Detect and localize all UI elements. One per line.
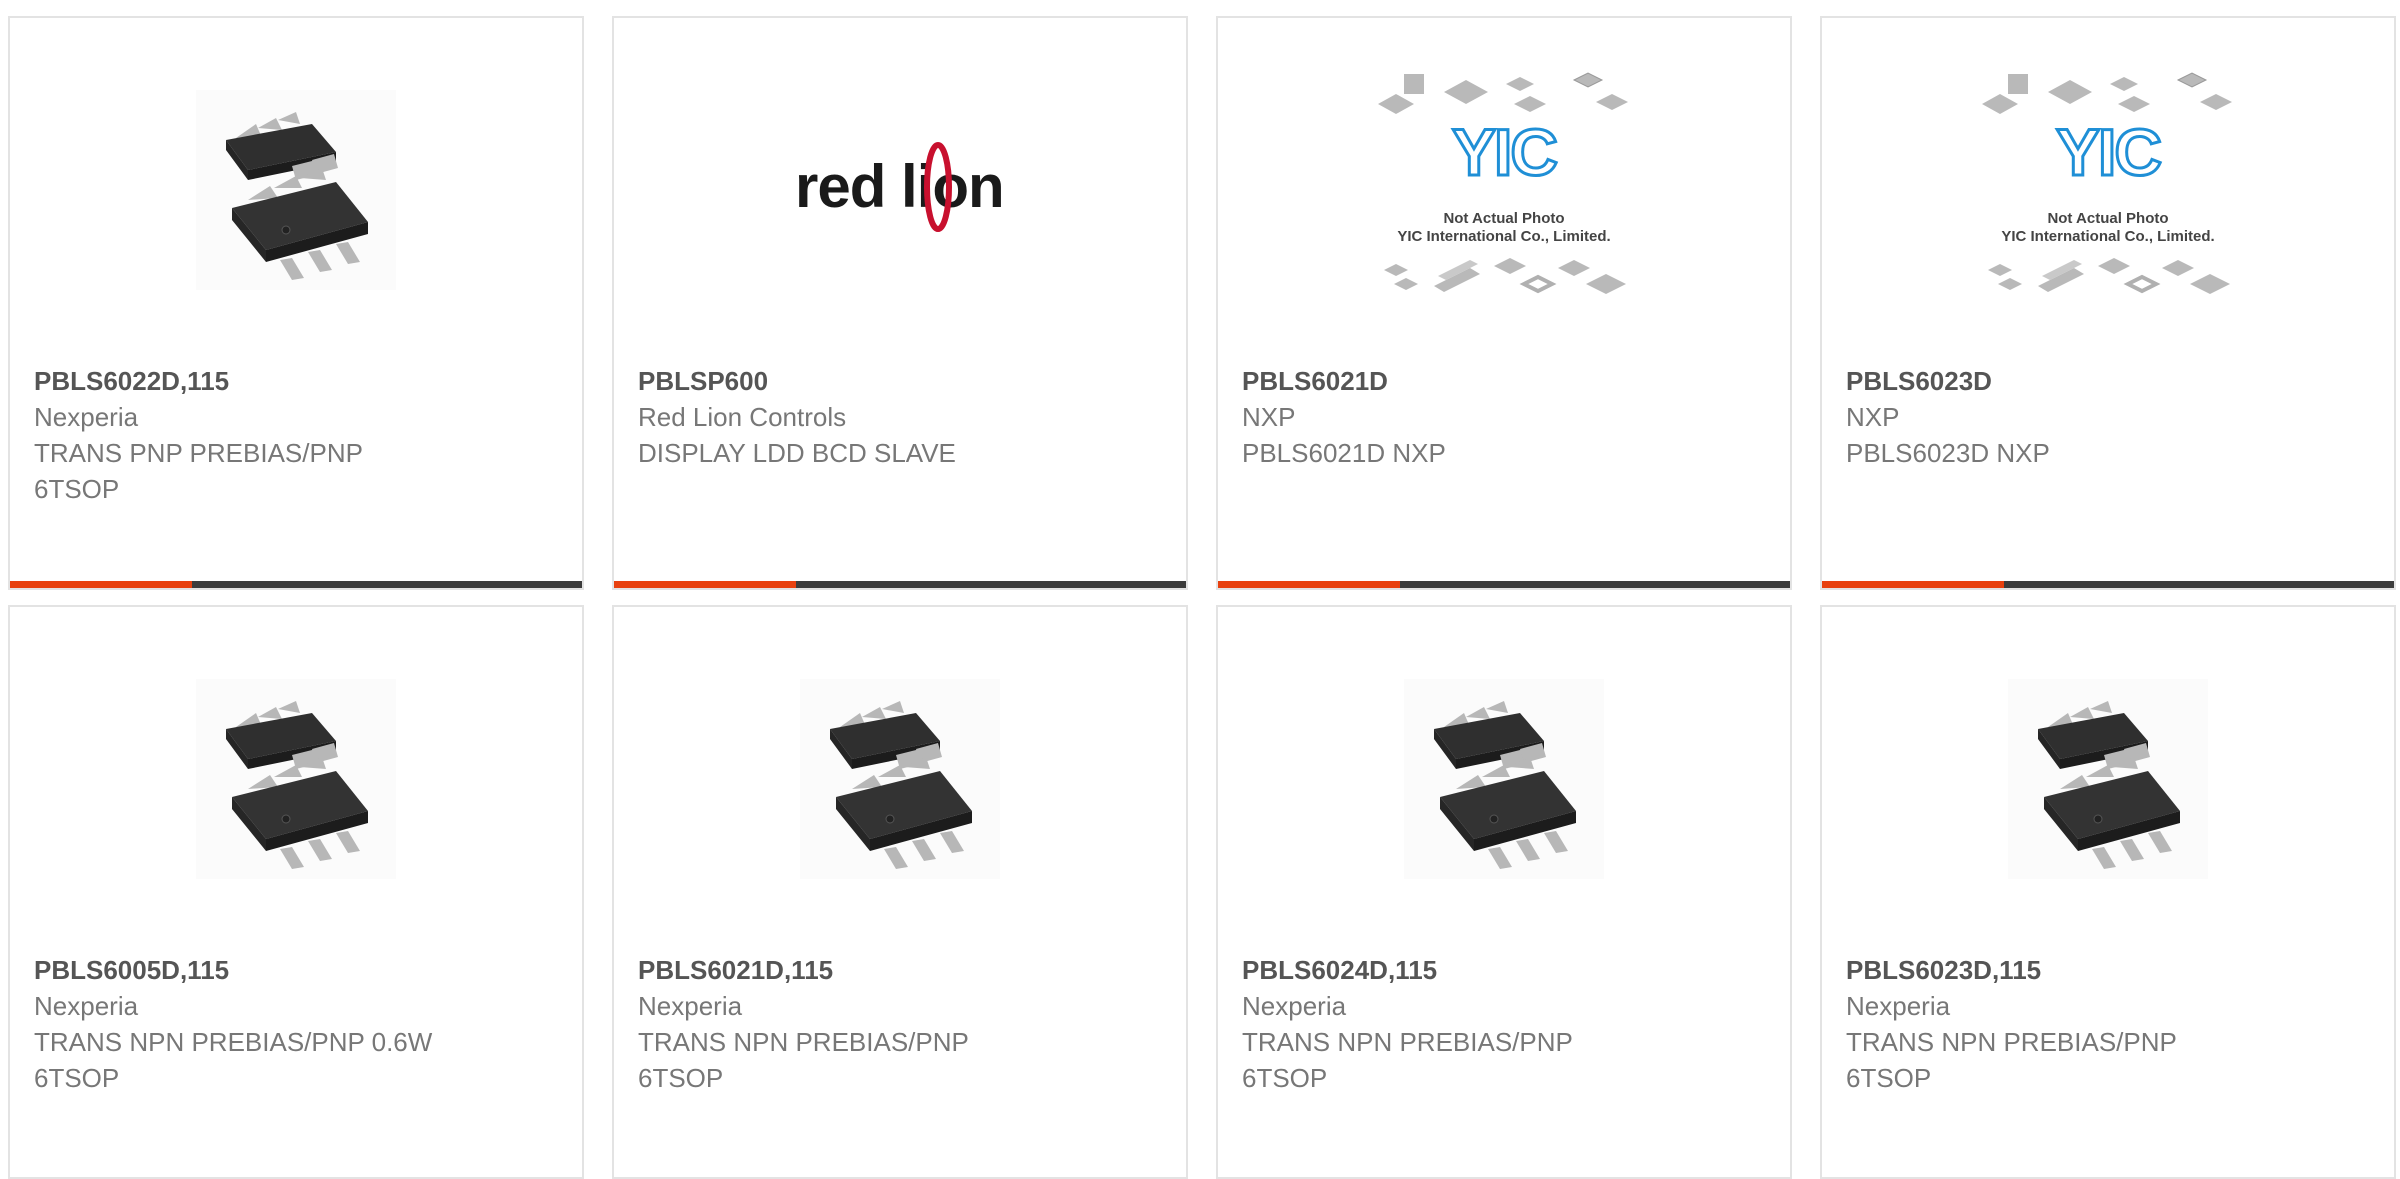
yic-note-line1: Not Actual Photo [2047,210,2169,227]
product-description: DISPLAY LDD BCD SLAVE [638,438,956,468]
yic-logo: YIC [2054,114,2163,191]
part-number-link[interactable]: PBLS6023D [1846,363,2374,399]
product-info: PBLS6023D NXP PBLS6023D NXP [1846,363,2374,471]
product-image[interactable] [614,669,1186,889]
card-accent-bar [614,581,1186,588]
product-info: PBLSP600 Red Lion Controls DISPLAY LDD B… [638,363,1166,471]
ic-6tsop-icon [1404,679,1604,879]
yic-note-line1: Not Actual Photo [1443,210,1565,227]
product-description: TRANS PNP PREBIAS/PNP 6TSOP [34,438,363,504]
card-accent-fill [1218,581,1400,588]
product-description: TRANS NPN PREBIAS/PNP 6TSOP [638,1027,969,1093]
part-number-link[interactable]: PBLS6023D,115 [1846,952,2374,988]
product-card[interactable]: PBLS6023D,115 Nexperia TRANS NPN PREBIAS… [1820,605,2396,1179]
product-card[interactable]: PBLS6024D,115 Nexperia TRANS NPN PREBIAS… [1216,605,1792,1179]
product-image[interactable] [10,669,582,889]
product-info: PBLS6005D,115 Nexperia TRANS NPN PREBIAS… [34,952,562,1096]
red-lion-logo: red lion [795,135,1005,245]
card-accent-fill [1822,581,2004,588]
ic-6tsop-icon [2008,679,2208,879]
manufacturer: Red Lion Controls [638,402,847,432]
product-description: PBLS6021D NXP [1242,438,1446,468]
manufacturer: NXP [1242,402,1296,432]
part-number-link[interactable]: PBLS6005D,115 [34,952,562,988]
product-description: TRANS NPN PREBIAS/PNP 0.6W 6TSOP [34,1027,433,1093]
yic-note-line2: YIC International Co., Limited. [1397,228,1611,245]
part-number-link[interactable]: PBLSP600 [638,363,1166,399]
part-number-link[interactable]: PBLS6024D,115 [1242,952,1770,988]
manufacturer: NXP [1846,402,1900,432]
card-accent-bar [10,581,582,588]
product-image[interactable]: YIC Not Actual Photo YIC International C… [1822,80,2394,300]
product-card[interactable]: PBLS6022D,115 Nexperia TRANS PNP PREBIAS… [8,16,584,590]
part-number-link[interactable]: PBLS6022D,115 [34,363,562,399]
svg-text:red lion: red lion [795,153,1004,220]
product-image[interactable] [10,80,582,300]
product-info: PBLS6022D,115 Nexperia TRANS PNP PREBIAS… [34,363,562,507]
card-accent-bar [1218,581,1790,588]
product-image[interactable]: red lion [614,80,1186,300]
product-description: TRANS NPN PREBIAS/PNP 6TSOP [1846,1027,2177,1093]
manufacturer: Nexperia [34,402,139,432]
product-info: PBLS6023D,115 Nexperia TRANS NPN PREBIAS… [1846,952,2374,1096]
ic-6tsop-icon [800,679,1000,879]
manufacturer: Nexperia [638,991,743,1021]
manufacturer: Nexperia [1242,991,1347,1021]
product-image[interactable]: YIC Not Actual Photo YIC International C… [1218,80,1790,300]
yic-placeholder-image: YIC Not Actual Photo YIC International C… [1973,70,2243,310]
card-accent-fill [10,581,192,588]
yic-placeholder-image: YIC Not Actual Photo YIC International C… [1369,70,1639,310]
manufacturer: Nexperia [34,991,139,1021]
product-card[interactable]: YIC Not Actual Photo YIC International C… [1820,16,2396,590]
ic-6tsop-icon [196,90,396,290]
product-info: PBLS6024D,115 Nexperia TRANS NPN PREBIAS… [1242,952,1770,1096]
product-info: PBLS6021D,115 Nexperia TRANS NPN PREBIAS… [638,952,1166,1096]
part-number-link[interactable]: PBLS6021D [1242,363,1770,399]
product-card[interactable]: PBLS6005D,115 Nexperia TRANS NPN PREBIAS… [8,605,584,1179]
product-card[interactable]: red lion PBLSP600 Red Lion Controls DISP… [612,16,1188,590]
product-description: PBLS6023D NXP [1846,438,2050,468]
manufacturer: Nexperia [1846,991,1951,1021]
part-number-link[interactable]: PBLS6021D,115 [638,952,1166,988]
product-card[interactable]: PBLS6021D,115 Nexperia TRANS NPN PREBIAS… [612,605,1188,1179]
card-accent-bar [1822,581,2394,588]
yic-note-line2: YIC International Co., Limited. [2001,228,2215,245]
yic-logo: YIC [1450,114,1559,191]
product-image[interactable] [1822,669,2394,889]
product-image[interactable] [1218,669,1790,889]
product-info: PBLS6021D NXP PBLS6021D NXP [1242,363,1770,471]
ic-6tsop-icon [196,679,396,879]
product-card[interactable]: YIC Not Actual Photo YIC International C… [1216,16,1792,590]
card-accent-fill [614,581,796,588]
product-description: TRANS NPN PREBIAS/PNP 6TSOP [1242,1027,1573,1093]
